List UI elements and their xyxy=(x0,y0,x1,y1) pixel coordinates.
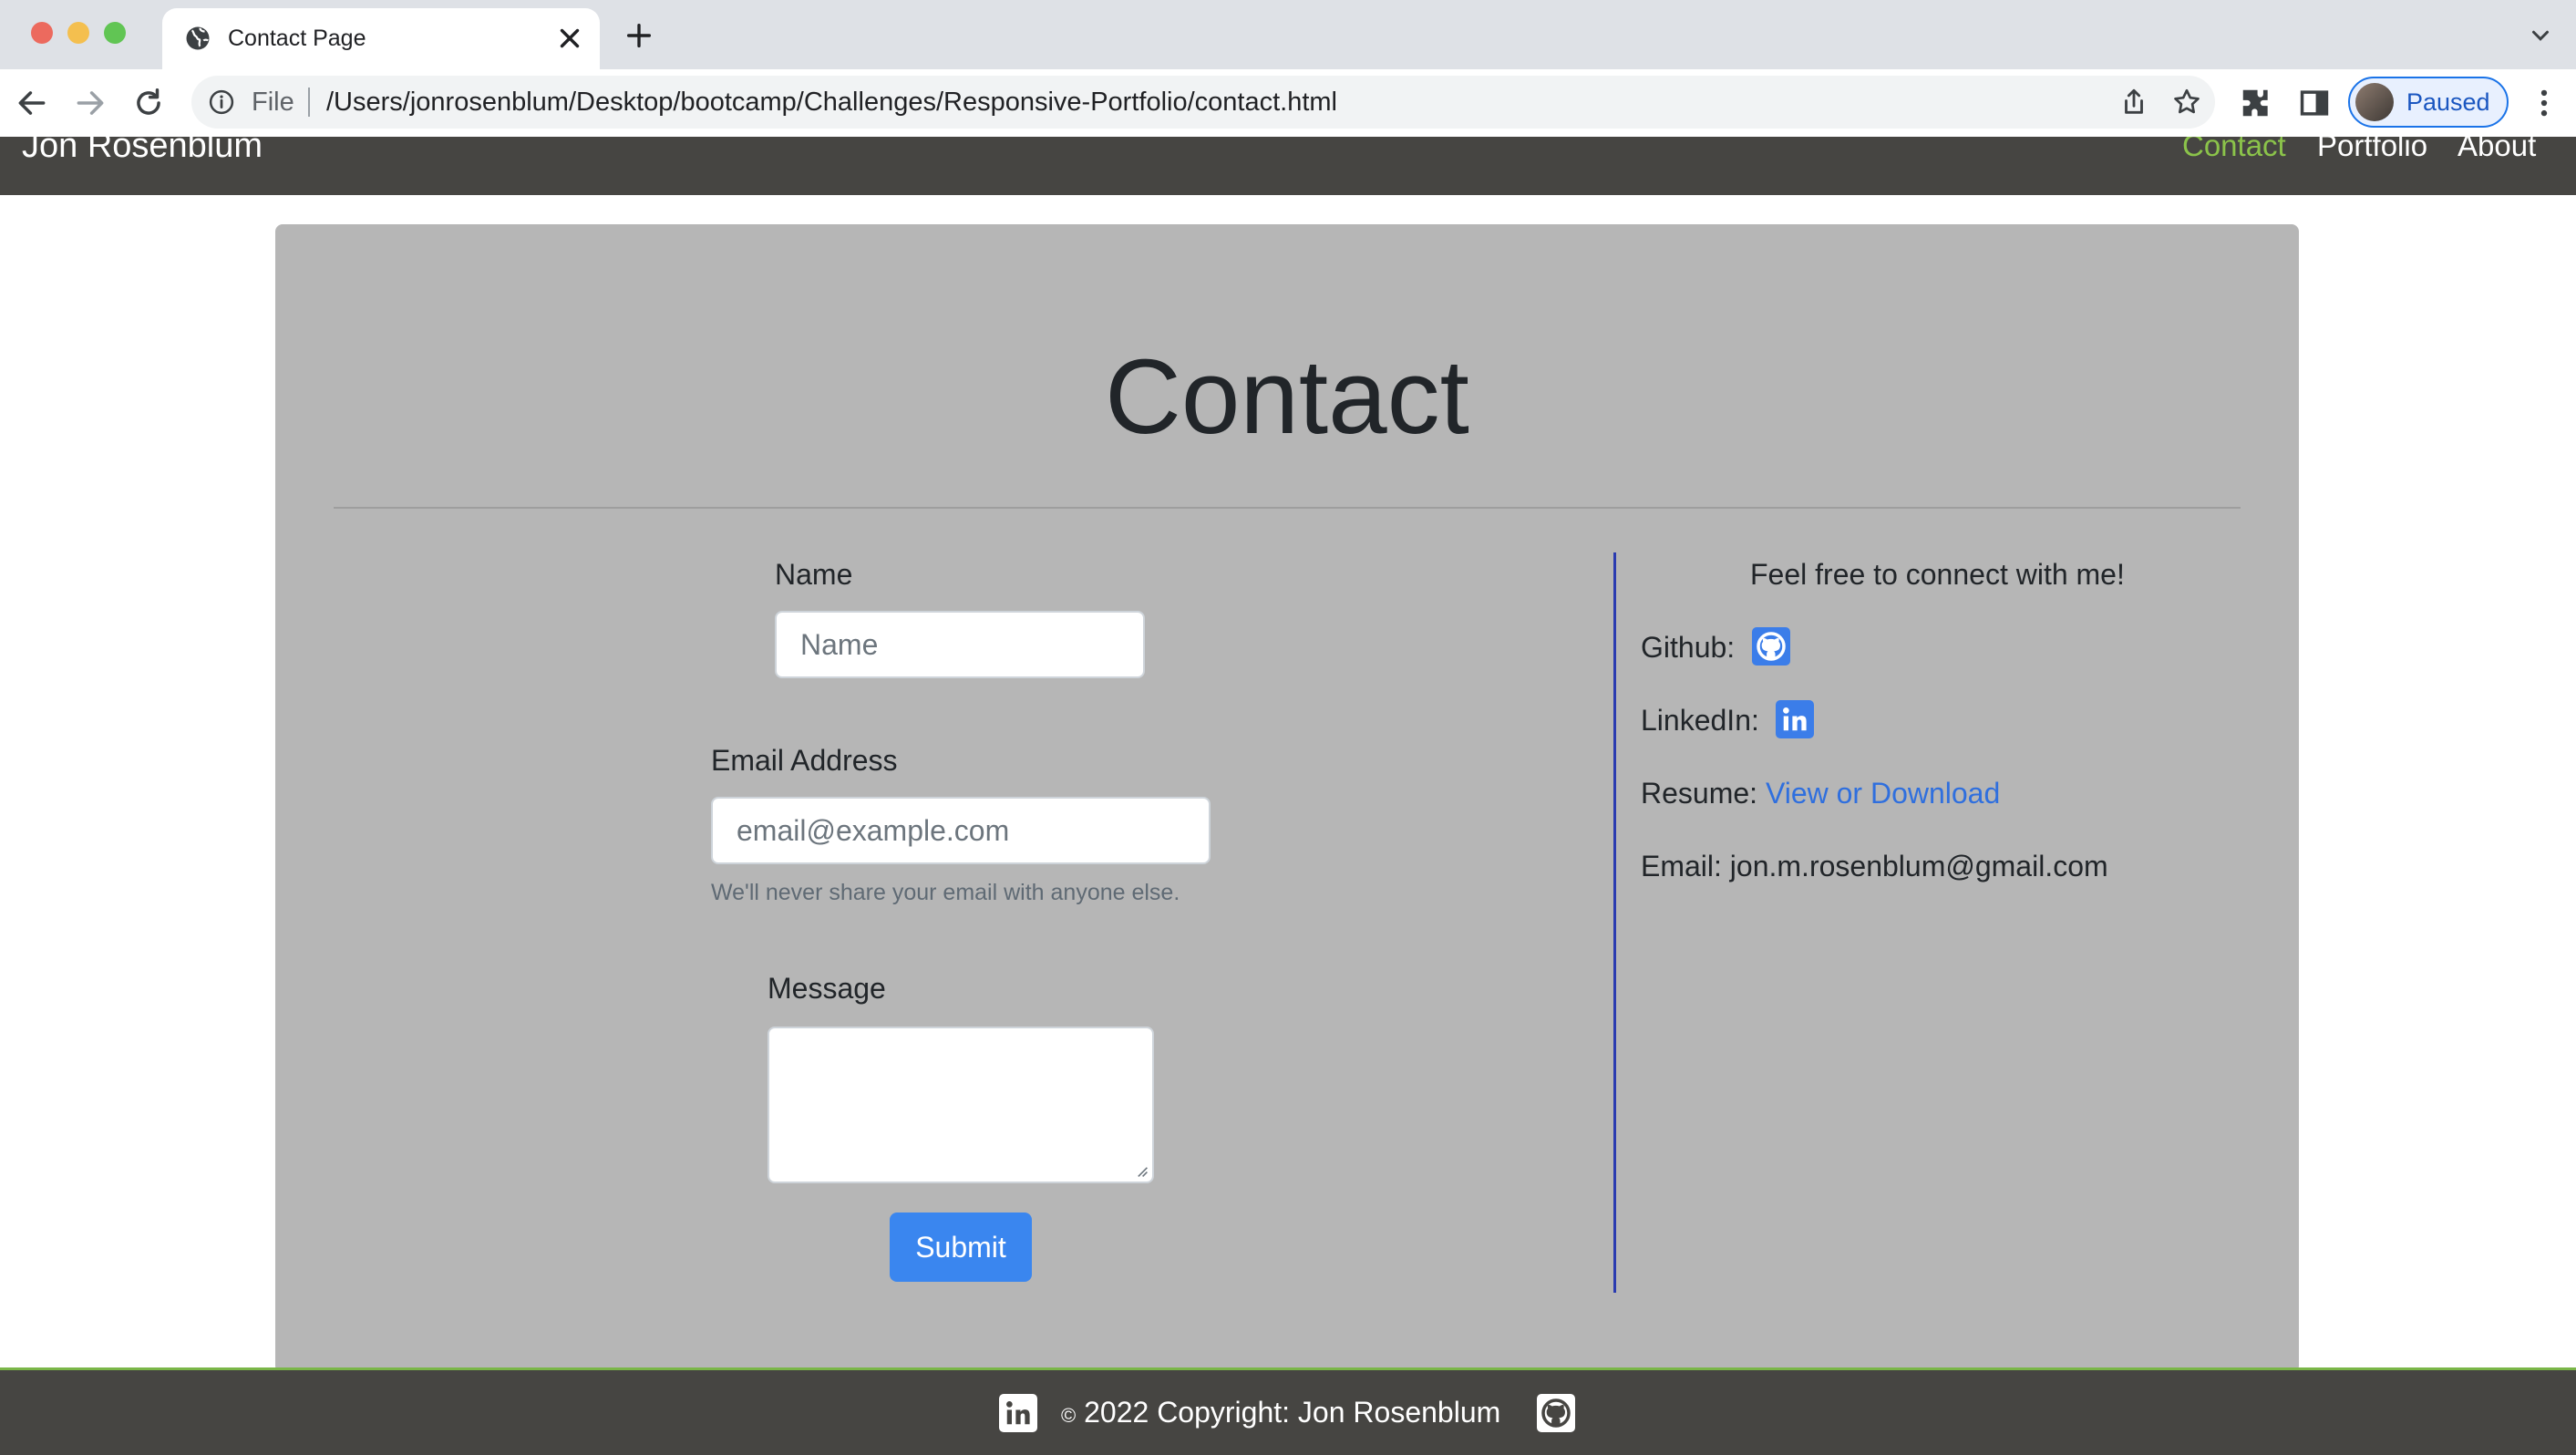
site-brand[interactable]: Jon Rosenblum xyxy=(22,137,263,164)
browser-toolbar: File /Users/jonrosenblum/Desktop/bootcam… xyxy=(0,69,2576,137)
page-title: Contact xyxy=(1105,337,1469,456)
contact-card: Contact Name Name Email Address email@ex… xyxy=(275,224,2299,1373)
extensions-puzzle-icon[interactable] xyxy=(2239,86,2273,120)
name-input[interactable]: Name xyxy=(775,611,1145,678)
side-panel-icon[interactable] xyxy=(2297,86,2332,120)
connect-heading: Feel free to connect with me! xyxy=(1750,558,2125,591)
email-address: jon.m.rosenblum@gmail.com xyxy=(1729,850,2108,882)
column-divider xyxy=(1613,552,1616,1293)
submit-button[interactable]: Submit xyxy=(890,1212,1032,1282)
copyright-text: 2022 Copyright: Jon Rosenblum xyxy=(1084,1396,1501,1429)
message-label: Message xyxy=(768,972,886,1005)
footer-copyright: © 2022 Copyright: Jon Rosenblum xyxy=(1061,1394,1500,1434)
minimize-window-button[interactable] xyxy=(67,22,89,44)
nav-link-portfolio[interactable]: Portfolio xyxy=(2317,137,2427,164)
nav-link-contact[interactable]: Contact xyxy=(2182,137,2286,164)
resize-handle-icon[interactable] xyxy=(1134,1163,1149,1178)
maximize-window-button[interactable] xyxy=(104,22,126,44)
url-scheme-label: File xyxy=(252,88,294,117)
copyright-symbol: © xyxy=(1061,1404,1077,1427)
linkedin-icon[interactable] xyxy=(999,1394,1037,1432)
browser-tab[interactable]: Contact Page xyxy=(162,8,600,69)
resume-link[interactable]: View or Download xyxy=(1766,777,2000,810)
github-icon[interactable] xyxy=(1537,1394,1575,1432)
back-arrow-icon[interactable] xyxy=(15,86,49,120)
email-row: Email: jon.m.rosenblum@gmail.com xyxy=(1641,848,2108,884)
email-input[interactable]: email@example.com xyxy=(711,797,1211,864)
github-icon[interactable] xyxy=(1752,627,1790,666)
name-label: Name xyxy=(775,558,853,591)
nav-link-about[interactable]: About xyxy=(2458,137,2536,164)
resume-label: Resume: xyxy=(1641,777,1758,810)
linkedin-label: LinkedIn: xyxy=(1641,704,1759,737)
email-row-label: Email: xyxy=(1641,850,1722,882)
tab-title: Contact Page xyxy=(228,26,366,51)
address-bar[interactable]: File /Users/jonrosenblum/Desktop/bootcam… xyxy=(191,76,2215,129)
profile-button[interactable]: Paused xyxy=(2348,77,2509,128)
email-label: Email Address xyxy=(711,744,898,777)
close-tab-icon[interactable] xyxy=(554,23,585,54)
site-navbar: Jon Rosenblum Contact Portfolio About xyxy=(0,137,2576,195)
linkedin-icon[interactable] xyxy=(1776,700,1814,738)
url-text[interactable]: /Users/jonrosenblum/Desktop/bootcamp/Cha… xyxy=(326,88,1337,117)
share-icon[interactable] xyxy=(2118,87,2149,118)
reload-icon[interactable] xyxy=(131,86,166,120)
more-menu-icon[interactable] xyxy=(2527,86,2561,120)
close-window-button[interactable] xyxy=(31,22,53,44)
resume-row: Resume: View or Download xyxy=(1641,775,2000,811)
new-tab-icon[interactable] xyxy=(623,20,654,51)
chevron-down-icon[interactable] xyxy=(2527,22,2554,49)
globe-icon xyxy=(186,26,210,50)
forward-arrow-icon[interactable] xyxy=(73,86,108,120)
email-help-text: We'll never share your email with anyone… xyxy=(711,880,1180,905)
info-icon[interactable] xyxy=(208,88,235,116)
browser-tab-strip: Contact Page xyxy=(0,0,2576,69)
profile-status: Paused xyxy=(2406,88,2490,116)
message-textarea[interactable] xyxy=(768,1027,1154,1183)
avatar xyxy=(2355,83,2394,121)
heading-divider xyxy=(334,507,2241,509)
site-footer: © 2022 Copyright: Jon Rosenblum xyxy=(0,1367,2576,1455)
address-bar-divider xyxy=(308,88,310,117)
bookmark-star-icon[interactable] xyxy=(2171,87,2202,118)
github-label: Github: xyxy=(1641,631,1736,664)
